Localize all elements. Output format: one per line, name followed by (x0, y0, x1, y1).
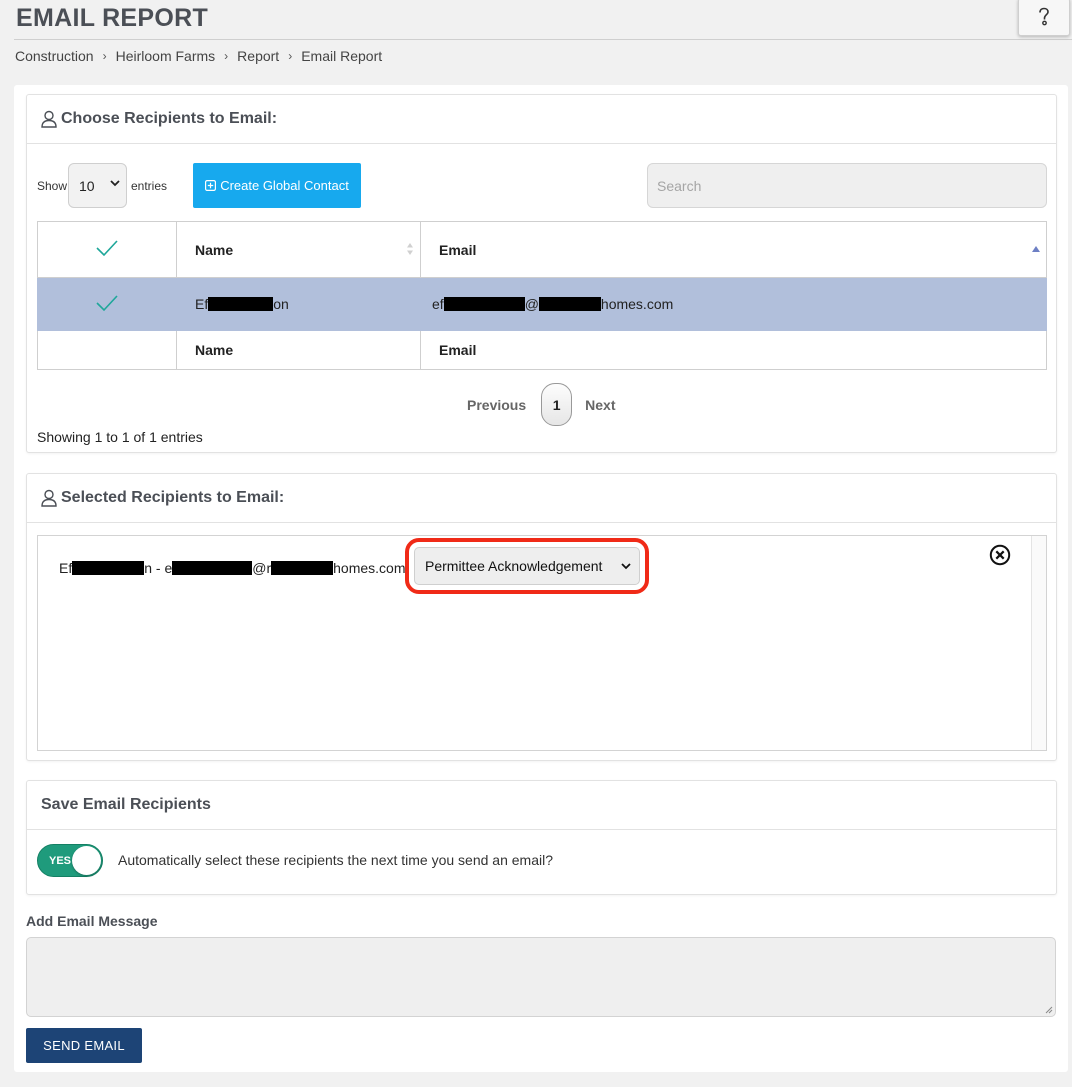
entries-value: 10 (79, 177, 95, 194)
show-label: Show (37, 179, 68, 193)
chevron-down-icon (621, 563, 631, 570)
checkmark-icon (96, 294, 118, 311)
title-divider (14, 39, 1072, 40)
recipient-text-end: homes.com (333, 560, 406, 576)
chevron-right-icon: › (288, 49, 293, 63)
row-name-cell: Ef on (176, 277, 421, 331)
checkmark-icon (96, 240, 118, 257)
choose-recipients-panel: Choose Recipients to Email: Show 10 entr… (26, 94, 1057, 453)
entries-select[interactable]: 10 (68, 163, 127, 208)
toggle-state-label: YES (49, 855, 72, 867)
name-text-end: on (273, 296, 289, 312)
email-message-textarea[interactable] (26, 937, 1056, 1017)
email-text-start: ef (432, 296, 444, 312)
plus-square-icon (205, 180, 217, 191)
save-recipients-panel: Save Email Recipients YES Automatically … (26, 780, 1057, 895)
panel-title: Save Email Recipients (41, 796, 211, 813)
table-footer-row: Name Email (37, 330, 1047, 370)
email-column-header[interactable]: Email (420, 221, 1047, 278)
auto-select-description: Automatically select these recipients th… (118, 852, 554, 868)
search-placeholder: Search (657, 177, 702, 194)
email-column-footer: Email (420, 330, 1047, 370)
redaction-bar (443, 297, 525, 311)
previous-page-button[interactable]: Previous (467, 397, 526, 413)
choose-recipients-header: Choose Recipients to Email: (27, 95, 1056, 144)
entries-label: entries (131, 179, 168, 193)
recipient-at-sign: @r (252, 560, 272, 576)
panel-title: Choose Recipients to Email: (61, 110, 278, 127)
redaction-bar (72, 561, 145, 575)
recipient-text-start: Ef (59, 560, 73, 576)
email-header-label: Email (439, 241, 477, 258)
table-row[interactable]: Ef on ef @ homes.com (37, 277, 1047, 331)
chevron-right-icon: › (224, 49, 229, 63)
row-select-cell[interactable] (37, 277, 177, 331)
recipient-entry: Ef n - e @r homes.com (59, 560, 405, 576)
next-page-button[interactable]: Next (585, 397, 615, 413)
row-email-cell: ef @ homes.com (420, 277, 1047, 331)
chevron-right-icon: › (102, 49, 107, 63)
breadcrumb-email-report: Email Report (301, 48, 383, 64)
page-title: EMAIL REPORT (16, 4, 209, 32)
recipient-text-mid: n - e (144, 560, 173, 576)
help-button[interactable] (1018, 0, 1070, 36)
pagination: Previous 1 Next (467, 383, 616, 426)
table-header-row: Name Email (37, 221, 1047, 278)
search-input[interactable]: Search (647, 163, 1047, 208)
selected-recipients-header: Selected Recipients to Email: (27, 474, 1056, 523)
name-header-label: Name (195, 241, 234, 258)
chevron-down-icon (110, 180, 120, 187)
select-all-header[interactable] (37, 221, 177, 278)
redaction-bar (172, 561, 253, 575)
recipients-table: Name Email Ef on ef @ homes.com Name Ema… (37, 221, 1047, 370)
question-mark-icon (1039, 7, 1049, 26)
panel-title: Selected Recipients to Email: (61, 489, 285, 506)
sort-both-icon (407, 243, 413, 255)
breadcrumb-heirloom-farms[interactable]: Heirloom Farms (116, 48, 216, 64)
email-at-sign: @ (524, 296, 539, 312)
create-global-contact-label: Create Global Contact (220, 178, 349, 193)
recipient-role-select[interactable]: Permittee Acknowledgement (405, 538, 649, 594)
redaction-bar (208, 297, 274, 311)
user-icon (41, 489, 57, 507)
create-global-contact-button[interactable]: Create Global Contact (193, 163, 361, 208)
role-select-value: Permittee Acknowledgement (425, 558, 603, 574)
breadcrumb-report[interactable]: Report (237, 48, 279, 64)
list-scrollbar[interactable] (1031, 536, 1046, 750)
send-email-button[interactable]: SEND EMAIL (26, 1028, 142, 1063)
selected-recipients-list: Ef n - e @r homes.com Permittee Acknowledge… (37, 535, 1047, 751)
sort-asc-icon (1032, 246, 1040, 252)
page-1-button[interactable]: 1 (541, 383, 573, 426)
name-text-start: Ef (195, 296, 209, 312)
toggle-knob (72, 846, 101, 875)
name-column-footer: Name (176, 330, 421, 370)
resize-handle-icon[interactable] (1045, 1006, 1053, 1014)
save-recipients-header: Save Email Recipients (27, 781, 1056, 830)
redaction-bar (271, 561, 334, 575)
redaction-bar (538, 297, 601, 311)
selected-recipients-panel: Selected Recipients to Email: Ef n - e @r h… (26, 473, 1057, 761)
user-icon (41, 110, 57, 128)
breadcrumb-construction[interactable]: Construction (15, 48, 94, 64)
name-column-header[interactable]: Name (176, 221, 421, 278)
breadcrumb: Construction › Heirloom Farms › Report ›… (15, 48, 382, 64)
showing-entries-text: Showing 1 to 1 of 1 entries (37, 429, 203, 445)
auto-select-toggle[interactable]: YES (37, 844, 103, 877)
footer-empty-cell (37, 330, 177, 370)
email-message-label: Add Email Message (26, 913, 158, 929)
email-text-end: homes.com (600, 296, 674, 312)
main-content: Choose Recipients to Email: Show 10 entr… (14, 85, 1068, 1072)
remove-circle-icon[interactable] (989, 544, 1011, 566)
